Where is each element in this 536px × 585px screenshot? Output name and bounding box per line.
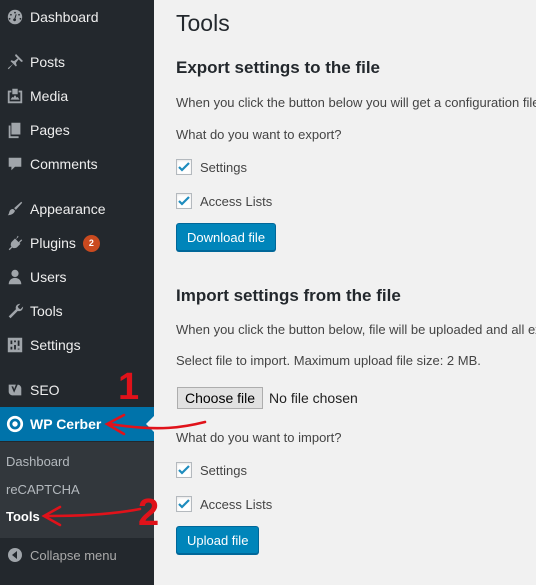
yoast-icon [0, 381, 30, 399]
checkbox-label: Settings [200, 159, 247, 175]
download-file-button[interactable]: Download file [176, 223, 277, 251]
menu-label: Settings [30, 337, 81, 353]
dashboard-icon [0, 8, 30, 26]
menu-label: Pages [30, 122, 70, 138]
wp-cerber-submenu: Dashboard reCAPTCHA Tools [0, 442, 154, 538]
cerber-icon [0, 415, 30, 433]
sliders-icon [0, 336, 30, 354]
collapse-menu-button[interactable]: Collapse menu [0, 542, 154, 568]
menu-item-plugins[interactable]: Plugins 2 [0, 226, 154, 260]
main-content: Tools Export settings to the file When y… [154, 0, 536, 585]
menu-item-posts[interactable]: Posts [0, 45, 154, 79]
menu-item-comments[interactable]: Comments [0, 147, 154, 181]
export-question: What do you want to export? [176, 127, 342, 142]
checkmark-icon [178, 499, 190, 509]
import-description: When you click the button below, file wi… [176, 322, 536, 337]
menu-item-settings[interactable]: Settings [0, 328, 154, 362]
menu-item-seo[interactable]: SEO [0, 373, 154, 407]
wrench-icon [0, 302, 30, 320]
upload-file-button[interactable]: Upload file [176, 526, 260, 554]
menu-label: Comments [30, 156, 98, 172]
menu-label: Dashboard [30, 9, 99, 25]
menu-item-pages[interactable]: Pages [0, 113, 154, 147]
user-icon [0, 268, 30, 286]
collapse-arrow-icon [0, 547, 30, 563]
submenu-item-tools[interactable]: Tools [6, 509, 40, 524]
import-question: What do you want to import? [176, 430, 342, 445]
menu-item-users[interactable]: Users [0, 260, 154, 294]
menu-label: Plugins [30, 235, 76, 251]
menu-label: Posts [30, 54, 66, 70]
checkbox-label: Access Lists [200, 496, 273, 512]
menu-item-dashboard[interactable]: Dashboard [0, 0, 154, 34]
current-menu-arrow [146, 416, 154, 432]
export-section-heading: Export settings to the file [176, 58, 381, 77]
comment-icon [0, 155, 30, 173]
menu-label: Tools [30, 303, 63, 319]
choose-file-button[interactable]: Choose file [177, 387, 264, 409]
file-input: Choose file No file chosen [177, 387, 358, 409]
collapse-menu-label: Collapse menu [30, 547, 117, 563]
file-status: No file chosen [269, 390, 358, 406]
submenu-item-recaptcha[interactable]: reCAPTCHA [6, 482, 80, 497]
import-access-lists-option: Access Lists [176, 496, 272, 512]
checkbox-label: Access Lists [200, 193, 273, 209]
pushpin-icon [0, 53, 30, 71]
checkmark-icon [178, 196, 190, 206]
export-settings-option: Settings [176, 159, 247, 175]
menu-label: SEO [30, 382, 60, 398]
pages-icon [0, 121, 30, 139]
brush-icon [0, 200, 30, 218]
plug-icon [0, 234, 30, 252]
menu-item-tools[interactable]: Tools [0, 294, 154, 328]
import-access-lists-checkbox[interactable] [176, 496, 192, 512]
import-settings-checkbox[interactable] [176, 462, 192, 478]
export-settings-checkbox[interactable] [176, 159, 192, 175]
admin-sidebar: Dashboard Posts Media Pages Comments App… [0, 0, 154, 585]
export-access-lists-checkbox[interactable] [176, 193, 192, 209]
media-icon [0, 87, 30, 105]
menu-label: Users [30, 269, 67, 285]
export-access-lists-option: Access Lists [176, 193, 272, 209]
checkbox-label: Settings [200, 462, 247, 478]
menu-item-wp-cerber[interactable]: WP Cerber [0, 407, 154, 441]
export-description: When you click the button below you will… [176, 95, 536, 110]
menu-label: Media [30, 88, 69, 104]
menu-label: Appearance [30, 201, 106, 217]
menu-label: WP Cerber [30, 416, 102, 432]
import-settings-option: Settings [176, 462, 247, 478]
import-file-note: Select file to import. Maximum upload fi… [176, 353, 481, 368]
checkmark-icon [178, 162, 190, 172]
submenu-item-dashboard[interactable]: Dashboard [6, 454, 70, 469]
import-section-heading: Import settings from the file [176, 286, 401, 305]
page-title: Tools [176, 10, 230, 36]
checkmark-icon [178, 465, 190, 475]
menu-item-appearance[interactable]: Appearance [0, 192, 154, 226]
update-count-badge: 2 [82, 234, 100, 252]
menu-item-media[interactable]: Media [0, 79, 154, 113]
